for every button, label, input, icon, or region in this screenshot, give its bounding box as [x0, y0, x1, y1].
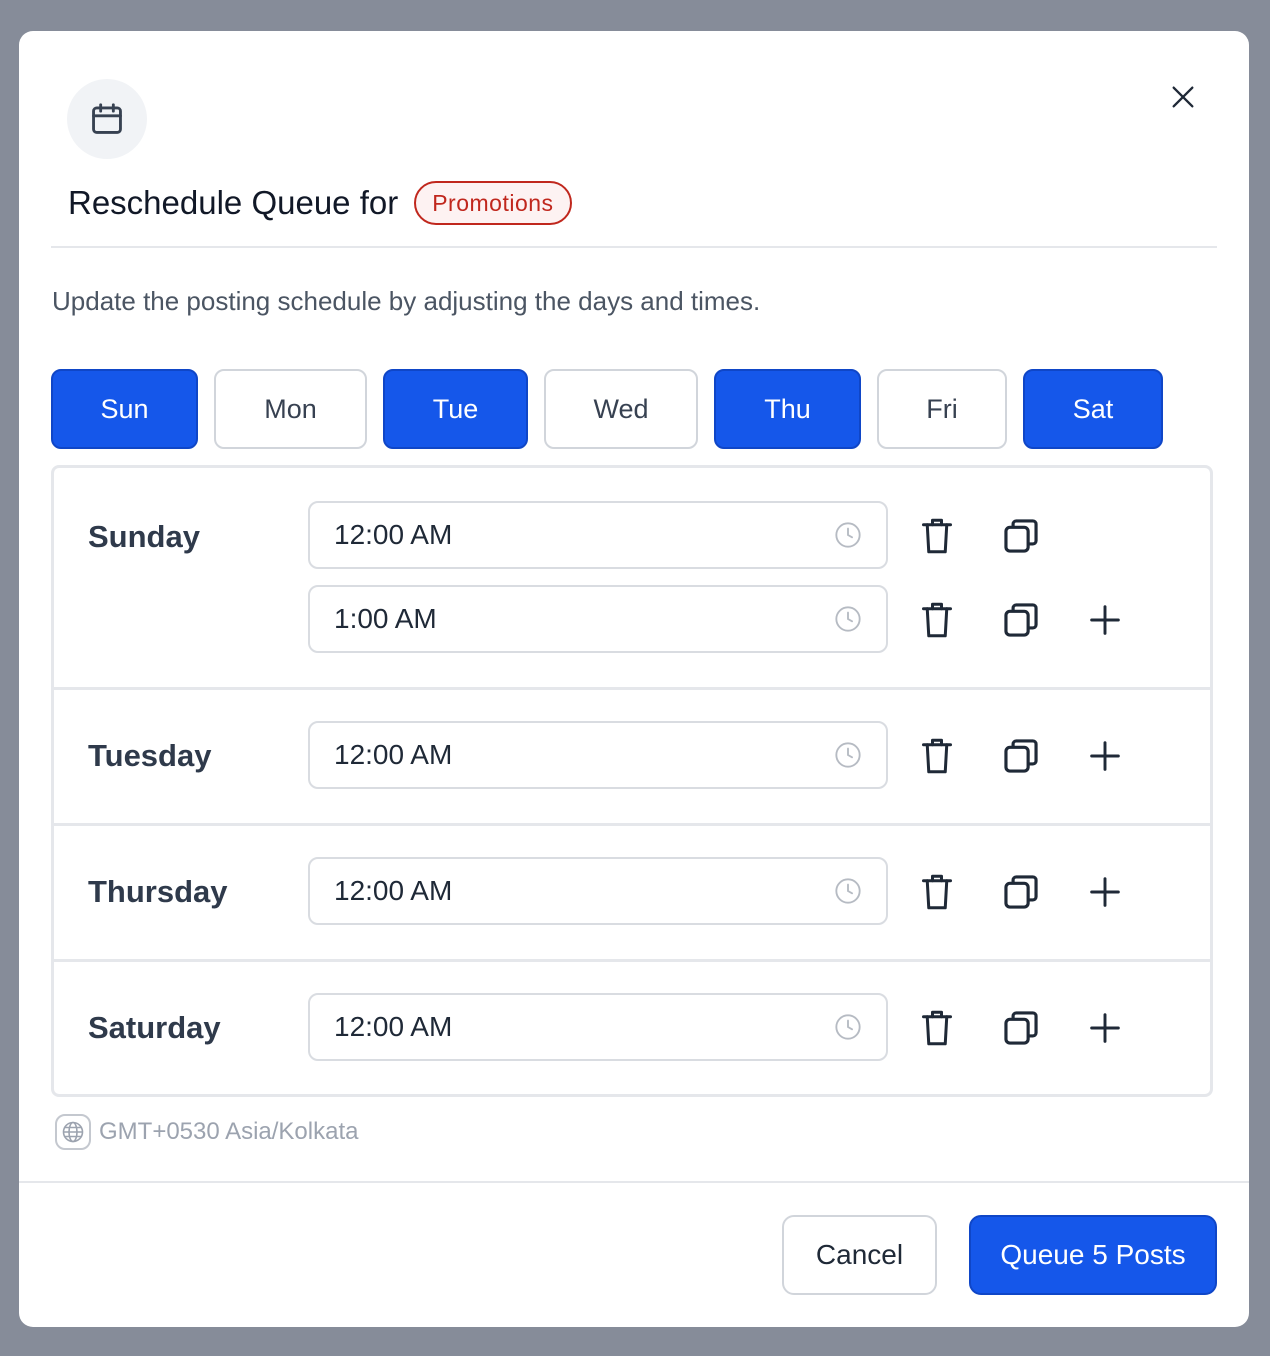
globe-icon	[55, 1114, 91, 1150]
time-input[interactable]: 12:00 AM	[308, 993, 888, 1061]
title-row: Reschedule Queue for Promotions	[68, 181, 572, 225]
day-label: Sunday	[88, 519, 200, 554]
queue-tag: Promotions	[414, 181, 572, 225]
schedule-table: Sunday 12:00 AM 1:00 AM Tuesday 12:00 AM…	[51, 465, 1213, 1097]
day-label: Saturday	[88, 1010, 221, 1045]
delete-time-button[interactable]	[915, 870, 959, 914]
copy-icon	[1004, 603, 1038, 637]
day-toggle-sat[interactable]: Sat	[1023, 369, 1163, 449]
clock-icon	[835, 1014, 861, 1040]
duplicate-time-button[interactable]	[999, 1006, 1043, 1050]
plus-icon	[1090, 1013, 1120, 1043]
delete-time-button[interactable]	[915, 1006, 959, 1050]
add-time-button[interactable]	[1083, 1006, 1127, 1050]
day-toggle-thu[interactable]: Thu	[714, 369, 861, 449]
copy-icon	[1004, 1011, 1038, 1045]
day-toggle-sun[interactable]: Sun	[51, 369, 198, 449]
day-toggle-tue[interactable]: Tue	[383, 369, 528, 449]
time-input[interactable]: 12:00 AM	[308, 857, 888, 925]
time-input[interactable]: 1:00 AM	[308, 585, 888, 653]
timezone-label: GMT+0530 Asia/Kolkata	[99, 1118, 359, 1145]
clock-icon	[835, 522, 861, 548]
clock-icon	[835, 878, 861, 904]
time-value: 12:00 AM	[334, 875, 453, 906]
schedule-row-saturday: Saturday 12:00 AM	[54, 959, 1210, 1094]
reschedule-modal: Reschedule Queue for Promotions Update t…	[19, 31, 1249, 1327]
time-input[interactable]: 12:00 AM	[308, 721, 888, 789]
timezone-indicator: GMT+0530 Asia/Kolkata	[55, 1114, 358, 1150]
trash-icon	[922, 738, 952, 774]
close-icon	[1172, 86, 1194, 108]
close-button[interactable]	[1165, 79, 1201, 115]
time-input[interactable]: 12:00 AM	[308, 501, 888, 569]
duplicate-time-button[interactable]	[999, 598, 1043, 642]
schedule-row-sunday: Sunday 12:00 AM 1:00 AM	[54, 468, 1210, 687]
day-label: Tuesday	[88, 738, 212, 773]
modal-description: Update the posting schedule by adjusting…	[52, 286, 761, 316]
plus-icon	[1090, 741, 1120, 771]
calendar-icon	[67, 79, 147, 159]
duplicate-time-button[interactable]	[999, 514, 1043, 558]
add-time-button[interactable]	[1083, 870, 1127, 914]
delete-time-button[interactable]	[915, 734, 959, 778]
duplicate-time-button[interactable]	[999, 734, 1043, 778]
schedule-row-thursday: Thursday 12:00 AM	[54, 823, 1210, 959]
add-time-button[interactable]	[1083, 734, 1127, 778]
trash-icon	[922, 874, 952, 910]
trash-icon	[922, 602, 952, 638]
clock-icon	[835, 606, 861, 632]
cancel-button[interactable]: Cancel	[782, 1215, 937, 1295]
time-value: 1:00 AM	[334, 603, 437, 634]
modal-title: Reschedule Queue for	[68, 184, 399, 221]
delete-time-button[interactable]	[915, 514, 959, 558]
queue-posts-button[interactable]: Queue 5 Posts	[969, 1215, 1217, 1295]
clock-icon	[835, 742, 861, 768]
header-divider	[51, 246, 1217, 248]
add-time-button[interactable]	[1083, 598, 1127, 642]
copy-icon	[1004, 875, 1038, 909]
day-toggle-mon[interactable]: Mon	[214, 369, 367, 449]
trash-icon	[922, 1010, 952, 1046]
plus-icon	[1090, 605, 1120, 635]
day-toggle-wed[interactable]: Wed	[544, 369, 698, 449]
time-value: 12:00 AM	[334, 519, 453, 550]
duplicate-time-button[interactable]	[999, 870, 1043, 914]
time-value: 12:00 AM	[334, 739, 453, 770]
time-value: 12:00 AM	[334, 1011, 453, 1042]
schedule-row-tuesday: Tuesday 12:00 AM	[54, 687, 1210, 823]
delete-time-button[interactable]	[915, 598, 959, 642]
plus-icon	[1090, 877, 1120, 907]
trash-icon	[922, 518, 952, 554]
footer-divider	[19, 1181, 1249, 1183]
day-toggle-fri[interactable]: Fri	[877, 369, 1007, 449]
copy-icon	[1004, 739, 1038, 773]
day-label: Thursday	[88, 874, 228, 909]
copy-icon	[1004, 519, 1038, 553]
